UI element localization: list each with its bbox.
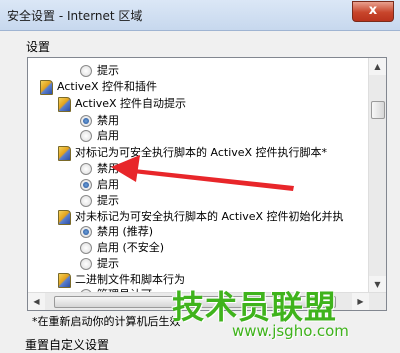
setting-item: ActiveX 控件自动提示: [28, 96, 358, 112]
close-icon: x: [368, 3, 378, 18]
scroll-up-icon[interactable]: ▲: [369, 58, 386, 75]
scroll-down-icon[interactable]: ▼: [369, 276, 386, 293]
settings-tree[interactable]: 提示 ActiveX 控件和插件 ActiveX 控件自动提示 禁用 启用 对标记为可安全…: [27, 57, 387, 311]
radio-option[interactable]: 提示: [28, 256, 358, 272]
scroll-right-icon[interactable]: ▶: [352, 293, 369, 310]
radio-option-label: 禁用: [97, 114, 119, 127]
radio-option[interactable]: 禁用: [28, 113, 358, 129]
radio-checked-icon[interactable]: [80, 179, 92, 191]
settings-group-label: 设置: [26, 40, 51, 54]
radio-unchecked-icon[interactable]: [80, 65, 92, 77]
setting-item: 对未标记为可安全执行脚本的 ActiveX 控件初始化并执: [28, 209, 358, 225]
category-label: ActiveX 控件和插件: [57, 80, 158, 93]
radio-option-label: 禁用: [97, 162, 119, 175]
close-button[interactable]: x: [352, 1, 394, 22]
radio-option[interactable]: 启用 (不安全): [28, 240, 358, 256]
script-settings-icon: [58, 146, 71, 161]
vertical-scrollbar[interactable]: ▲ ▼: [368, 58, 386, 293]
radio-option[interactable]: 禁用 (推荐): [28, 224, 358, 240]
restart-note: *在重新启动你的计算机后生效: [32, 315, 181, 328]
title-bar: 安全设置 - Internet 区域 x: [0, 0, 400, 31]
window-title: 安全设置 - Internet 区域: [7, 9, 143, 23]
radio-option[interactable]: 禁用: [28, 161, 358, 177]
radio-option[interactable]: 启用: [28, 177, 358, 193]
radio-option-label: 提示: [97, 257, 119, 270]
scroll-left-icon[interactable]: ◀: [28, 293, 45, 310]
setting-label: ActiveX 控件自动提示: [75, 97, 187, 110]
radio-option[interactable]: 启用: [28, 128, 358, 144]
script-settings-icon: [58, 97, 71, 112]
setting-item: 对标记为可安全执行脚本的 ActiveX 控件执行脚本*: [28, 145, 358, 161]
watermark-url: www.jsgho.com: [232, 322, 349, 340]
radio-checked-icon[interactable]: [80, 115, 92, 127]
radio-option-label: 启用 (不安全): [97, 241, 165, 254]
radio-option-label: 提示: [97, 64, 119, 77]
radio-option[interactable]: 提示: [28, 63, 358, 79]
script-settings-icon: [58, 273, 71, 288]
reset-section-label: 重置自定义设置: [25, 338, 110, 352]
script-settings-icon: [58, 210, 71, 225]
radio-unchecked-icon[interactable]: [80, 258, 92, 270]
script-settings-icon: [40, 80, 53, 95]
radio-unchecked-icon[interactable]: [80, 130, 92, 142]
vertical-scroll-thumb[interactable]: [371, 101, 385, 119]
radio-option-label: 启用: [97, 178, 119, 191]
radio-checked-icon[interactable]: [80, 226, 92, 238]
radio-option-label: 启用: [97, 129, 119, 142]
radio-option[interactable]: 提示: [28, 193, 358, 209]
radio-unchecked-icon[interactable]: [80, 242, 92, 254]
radio-unchecked-icon[interactable]: [80, 195, 92, 207]
radio-option-label: 提示: [97, 194, 119, 207]
setting-label: 对标记为可安全执行脚本的 ActiveX 控件执行脚本*: [75, 146, 328, 159]
radio-option-label: 禁用 (推荐): [97, 225, 154, 238]
setting-label: 二进制文件和脚本行为: [75, 273, 185, 286]
radio-unchecked-icon[interactable]: [80, 163, 92, 175]
settings-category: ActiveX 控件和插件: [28, 79, 358, 95]
setting-label: 对未标记为可安全执行脚本的 ActiveX 控件初始化并执: [75, 210, 344, 223]
